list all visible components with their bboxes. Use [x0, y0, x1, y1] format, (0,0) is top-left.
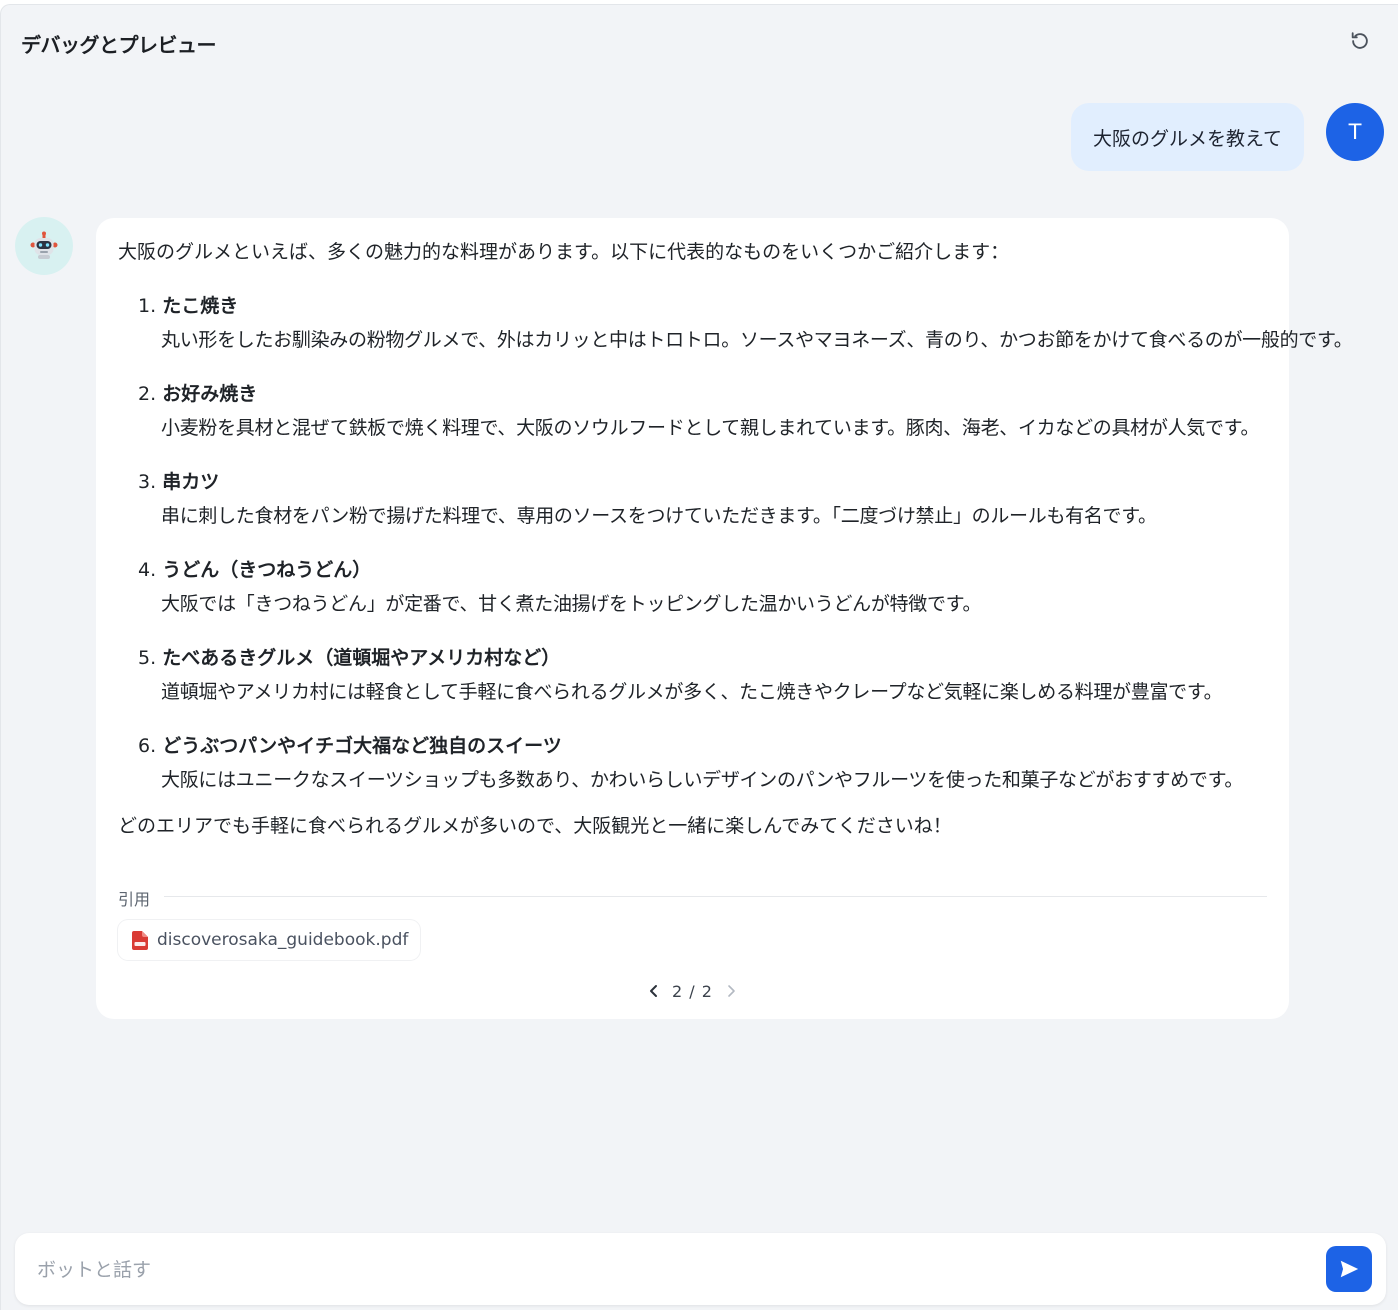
- citation-divider: [164, 896, 1267, 897]
- page-title: デバッグとプレビュー: [21, 33, 217, 57]
- list-item-description: 大阪にはユニークなスイーツショップも多数あり、かわいらしいデザインのパンやフルー…: [161, 769, 1244, 791]
- list-item: 3. 串カツ 串に刺した食材をパン粉で揚げた料理で、専用のソースをつけていただき…: [118, 468, 1267, 530]
- list-item-title: お好み焼き: [162, 383, 258, 405]
- list-item: 5. たべあるきグルメ（道頓堀やアメリカ村など） 道頓堀やアメリカ村には軽食とし…: [118, 644, 1267, 706]
- message-input[interactable]: [35, 1251, 1299, 1289]
- list-item: 4. うどん（きつねうどん） 大阪では「きつねうどん」が定番で、甘く煮た油揚げを…: [118, 556, 1267, 618]
- list-item: 2. お好み焼き 小麦粉を具材と混ぜて鉄板で焼く料理で、大阪のソウルフードとして…: [118, 380, 1267, 442]
- list-item: 1. たこ焼き 丸い形をしたお馴染みの粉物グルメで、外はカリッと中はトロトロ。ソ…: [118, 292, 1353, 354]
- bot-message-card: 大阪のグルメといえば、多くの魅力的な料理があります。以下に代表的なものをいくつか…: [96, 218, 1353, 1019]
- citation-label: 引用: [118, 886, 163, 910]
- send-icon: [1340, 1260, 1359, 1278]
- response-pager: 2 / 2: [96, 978, 1289, 1004]
- list-item-description: 串に刺した食材をパン粉で揚げた料理で、専用のソースをつけていただきます。「二度づ…: [161, 505, 1157, 527]
- panel-header: デバッグとプレビュー: [21, 27, 1382, 57]
- list-item-number: 5.: [138, 647, 157, 669]
- gourmet-list: 1. たこ焼き 丸い形をしたお馴染みの粉物グルメで、外はカリッと中はトロトロ。ソ…: [118, 292, 1353, 794]
- list-item-title: たべあるきグルメ（道頓堀やアメリカ村など）: [162, 647, 561, 669]
- previous-response-button[interactable]: [644, 981, 664, 1001]
- list-item-number: 6.: [138, 735, 157, 757]
- bot-avatar: [15, 217, 73, 275]
- list-item-description: 大阪では「きつねうどん」が定番で、甘く煮た油揚げをトッピングした温かいうどんが特…: [161, 593, 982, 615]
- message-composer: [15, 1233, 1386, 1305]
- list-item-description: 道頓堀やアメリカ村には軽食として手軽に食べられるグルメが多く、たこ焼きやクレープ…: [161, 681, 1223, 703]
- pdf-file-icon: [132, 930, 148, 950]
- user-avatar: T: [1326, 103, 1384, 161]
- user-message-bubble: 大阪のグルメを教えて: [1070, 103, 1304, 171]
- chat-panel: デバッグとプレビュー 大阪のグルメを教えて T 大阪のグルメといえば、多くの魅力…: [0, 4, 1398, 1310]
- list-item-title: どうぶつパンやイチゴ大福など独自のスイーツ: [162, 735, 562, 757]
- citation-file-chip[interactable]: discoverosaka_guidebook.pdf: [118, 920, 421, 960]
- list-item-number: 4.: [138, 559, 157, 581]
- bot-intro-text: 大阪のグルメといえば、多くの魅力的な料理があります。以下に代表的なものをいくつか…: [118, 241, 1010, 263]
- citation-file-name: discoverosaka_guidebook.pdf: [157, 930, 409, 950]
- citation-section: 引用: [118, 886, 1267, 910]
- pager-text: 2 / 2: [672, 981, 713, 1001]
- next-response-button[interactable]: [721, 981, 741, 1001]
- list-item-description: 丸い形をしたお馴染みの粉物グルメで、外はカリッと中はトロトロ。ソースやマヨネーズ…: [161, 329, 1353, 351]
- reset-button[interactable]: [1346, 27, 1374, 55]
- list-item-title: うどん（きつねうどん）: [162, 559, 372, 581]
- list-item-title: 串カツ: [162, 471, 220, 493]
- list-item-number: 1.: [138, 295, 157, 317]
- chevron-right-icon: [728, 985, 735, 997]
- bot-outro-text: どのエリアでも手軽に食べられるグルメが多いので、大阪観光と一緒に楽しんでみてくだ…: [118, 815, 952, 837]
- refresh-icon: [1351, 32, 1368, 49]
- list-item-title: たこ焼き: [162, 295, 239, 317]
- robot-icon: [30, 231, 58, 259]
- list-item-number: 3.: [138, 471, 157, 493]
- list-item-description: 小麦粉を具材と混ぜて鉄板で焼く料理で、大阪のソウルフードとして親しまれています。…: [161, 417, 1260, 439]
- send-button[interactable]: [1326, 1246, 1372, 1292]
- list-item: 6. どうぶつパンやイチゴ大福など独自のスイーツ 大阪にはユニークなスイーツショ…: [118, 732, 1267, 794]
- chevron-left-icon: [650, 985, 658, 997]
- list-item-number: 2.: [138, 383, 157, 405]
